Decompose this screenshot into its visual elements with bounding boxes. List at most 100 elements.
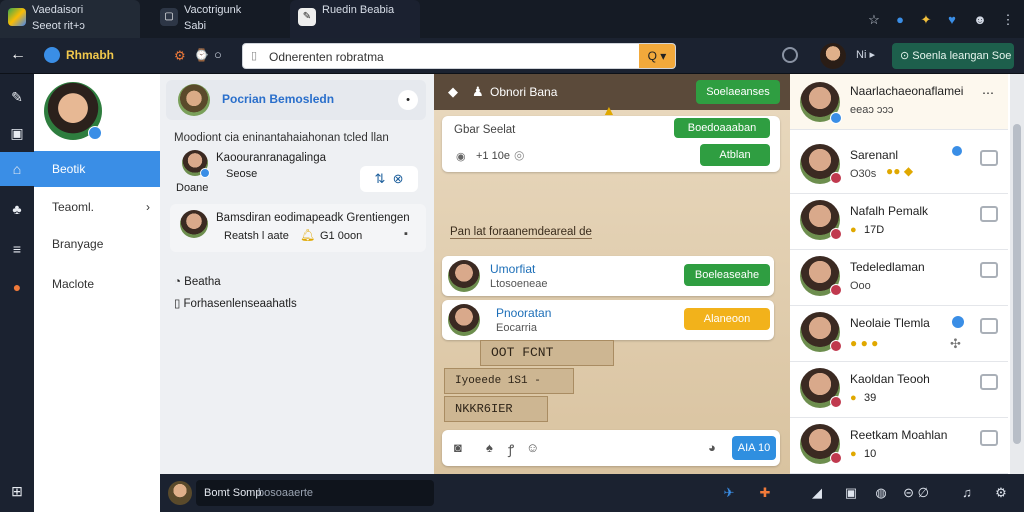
nav-item-teaoml[interactable]: Teaoml. ›: [34, 189, 160, 225]
send-button[interactable]: AIA 10: [732, 436, 776, 460]
share-icon[interactable]: ✚: [756, 484, 774, 502]
user-profile[interactable]: [44, 82, 104, 142]
contact-row[interactable]: Reetkam Moahlan ● 10: [790, 418, 1008, 474]
checkbox-icon[interactable]: [980, 262, 998, 278]
chat-icon[interactable]: ☻: [972, 12, 988, 28]
conversation-card[interactable]: Bamsdiran eodimapeadk Grentiengen Reatsh…: [170, 204, 426, 252]
bell-icon: ●: [850, 224, 857, 236]
status-badge: [830, 112, 842, 124]
attach-icon[interactable]: ♠: [486, 440, 493, 455]
sound-icon[interactable]: ♫: [956, 484, 978, 502]
bell-icon: 🔔︎: [300, 228, 316, 242]
contact-row[interactable]: Naarlachaeonaflamei eeaɔ ɔɔɔ ⋯: [790, 74, 1008, 130]
bottom-composer[interactable]: Bomt Somp bosoaaerte: [196, 480, 434, 506]
checkbox-icon[interactable]: [980, 374, 998, 390]
contact-row[interactable]: Kaoldan Teooh ● 39: [790, 362, 1008, 418]
calendar-icon[interactable]: ▣: [8, 124, 26, 142]
message-action-button[interactable]: Boeleaseahe: [684, 264, 770, 286]
message-card[interactable]: Umorfiat Ltosoeneae Boeleaseahe: [442, 256, 774, 296]
grid-icon[interactable]: ⊞: [8, 482, 26, 500]
settings-icon[interactable]: ◆: [448, 84, 458, 100]
browser-tab-1[interactable]: Vaedaisori Seeot rit+ɔ: [0, 0, 140, 38]
contact-row[interactable]: Neolaie Tlemla ● ● ● ✣: [790, 306, 1008, 362]
scrollbar-thumb[interactable]: [1013, 124, 1021, 444]
image-icon[interactable]: ▣: [842, 484, 860, 502]
search-button[interactable]: Q ▾: [639, 44, 675, 68]
browser-tab-2[interactable]: ▢ Vacotrigunk Sabi: [152, 0, 282, 38]
checkbox-icon[interactable]: [980, 150, 998, 166]
reaction-icons: ●● ◆: [886, 164, 914, 178]
contacts-panel: Naarlachaeonaflamei eeaɔ ɔɔɔ ⋯ Sarenanl …: [790, 74, 1010, 474]
contact-row[interactable]: Nafalh Pemalk ● 17D: [790, 194, 1008, 250]
action-button[interactable]: Atblan: [700, 144, 770, 166]
conversation-card[interactable]: Kaoouranranagalinga Seose Doane ⇅ ⊗: [170, 146, 426, 196]
composer-hint: bosoaaerte: [258, 487, 314, 499]
tag-icon[interactable]: ◢: [808, 484, 826, 502]
settings-icon[interactable]: ⚙: [174, 48, 186, 64]
site-action-button[interactable]: ⊙ Soenla leangan Soe: [892, 43, 1014, 69]
extension-icon[interactable]: ●: [892, 12, 908, 28]
message-composer[interactable]: ◙ ♠ ꝭ ☺ ◕ AIA 10: [442, 430, 780, 466]
scrollbar[interactable]: [1010, 74, 1024, 474]
compose-card[interactable]: Gbar Seelat ◉ +1 10e ◎ Boedoaaaban Atbla…: [442, 116, 780, 172]
chat-header-button[interactable]: Soelaeanses: [696, 80, 780, 104]
scheduled-button[interactable]: Boedoaaaban: [674, 118, 770, 138]
checkbox-icon[interactable]: [980, 430, 998, 446]
emoji-icon[interactable]: ◎: [514, 148, 524, 162]
star-icon[interactable]: ☆: [866, 12, 882, 28]
account-icon[interactable]: [782, 47, 798, 63]
search-icon[interactable]: ○: [214, 47, 222, 62]
gear-icon[interactable]: ⚙: [992, 484, 1010, 502]
contact-name: Tedeledlaman: [850, 260, 925, 274]
browser-tab-3[interactable]: ✎ Ruedin Beabia: [290, 0, 420, 38]
puzzle-icon[interactable]: ✦: [918, 12, 934, 28]
message-card[interactable]: Pnooratan Eocarria Alaneoon: [442, 300, 774, 340]
menu-icon[interactable]: ⋮: [1000, 12, 1016, 28]
checkbox-icon[interactable]: [980, 318, 998, 334]
section-label[interactable]: ▯ Forhasenlenseaahatls: [174, 296, 297, 310]
more-icon[interactable]: ▪: [404, 228, 408, 240]
more-icon[interactable]: ⋯: [982, 86, 994, 100]
heart-icon[interactable]: ♥: [944, 12, 960, 28]
nav-item-label: Maclote: [52, 277, 95, 291]
smiley-icon[interactable]: ☺: [526, 440, 539, 455]
url-input[interactable]: [267, 49, 637, 65]
mic-icon[interactable]: ꝭ: [508, 440, 514, 458]
stats-icon[interactable]: ⊝ ∅: [898, 484, 934, 502]
section-label[interactable]: ◔ Beatha: [174, 276, 221, 288]
people-icon[interactable]: ♣: [8, 200, 26, 218]
twitter-icon[interactable]: ✈: [720, 484, 738, 502]
history-icon[interactable]: ⌚: [194, 48, 209, 62]
button-label: Boeleaseahe: [694, 269, 760, 281]
globe-icon: [44, 47, 60, 63]
document-icon[interactable]: ≡: [8, 240, 26, 258]
nav-item-branyage[interactable]: Branyage: [34, 226, 160, 262]
fox-icon[interactable]: ●: [8, 278, 26, 296]
profile-avatar[interactable]: [820, 43, 846, 69]
back-arrow-icon[interactable]: ←: [10, 46, 26, 64]
message-warning-button[interactable]: Alaneoon: [684, 308, 770, 330]
contact-row[interactable]: Tedeledlaman Ooo: [790, 250, 1008, 306]
bell-icon: ●: [850, 448, 857, 460]
nav-item-maclote[interactable]: Maclote: [34, 266, 160, 302]
pencil-icon[interactable]: ✎: [8, 88, 26, 106]
conversation-title: Bamsdiran eodimapeadk Grentiengen: [216, 212, 410, 224]
checkbox-icon[interactable]: [980, 206, 998, 222]
profile-menu-icon[interactable]: Ni ▸: [856, 48, 875, 61]
status-badge: [200, 168, 210, 178]
bell-icon: ●: [850, 392, 857, 404]
reply-actions[interactable]: ⇅ ⊗: [360, 166, 418, 192]
nav-item-beotik[interactable]: Beotik: [34, 151, 160, 187]
pin-icon[interactable]: ✣: [950, 336, 961, 352]
clock-icon[interactable]: ◕: [708, 440, 716, 455]
section-label-text: Forhasenlenseaahatls: [183, 298, 297, 310]
smiley-icon[interactable]: ◍: [872, 484, 890, 502]
address-bar[interactable]: ▯ Q ▾: [242, 43, 676, 69]
camera-icon[interactable]: ◙: [454, 440, 462, 455]
verified-badge: [88, 126, 102, 140]
home-icon[interactable]: ⌂: [0, 152, 34, 186]
close-icon[interactable]: •: [398, 90, 418, 110]
clock-icon: ◔: [174, 276, 185, 288]
contact-row[interactable]: Sarenanl O30s ●● ◆: [790, 138, 1008, 194]
pin-icon[interactable]: ♟: [472, 84, 484, 100]
